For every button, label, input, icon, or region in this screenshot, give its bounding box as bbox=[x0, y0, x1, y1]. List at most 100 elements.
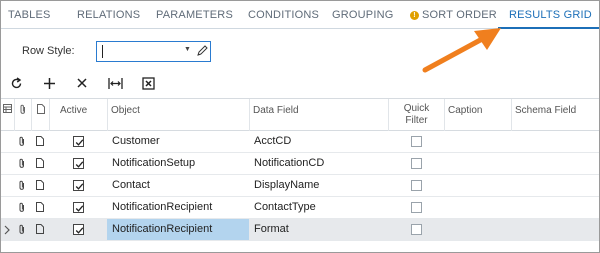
column-header-active[interactable]: Active bbox=[49, 99, 107, 131]
tab-relations[interactable]: RELATIONS bbox=[77, 1, 140, 29]
caption-cell[interactable] bbox=[444, 153, 511, 174]
column-header-data-field[interactable]: Data Field bbox=[249, 99, 388, 131]
data-field-cell[interactable]: NotificationCD bbox=[249, 153, 388, 174]
column-header-quick-filter[interactable]: Quick Filter bbox=[388, 99, 444, 131]
quick-filter-checkbox[interactable] bbox=[411, 202, 422, 213]
paperclip-icon[interactable] bbox=[18, 180, 26, 191]
fit-columns-button[interactable] bbox=[104, 72, 126, 94]
pencil-edit-icon[interactable] bbox=[196, 44, 208, 58]
note-icon[interactable] bbox=[36, 202, 44, 212]
table-row[interactable]: Contact DisplayName bbox=[1, 175, 599, 197]
schema-field-cell[interactable] bbox=[511, 219, 599, 240]
column-header-label: Schema Field bbox=[515, 105, 577, 116]
quick-filter-checkbox[interactable] bbox=[411, 180, 422, 191]
object-cell[interactable]: NotificationSetup bbox=[107, 153, 249, 174]
object-value: NotificationRecipient bbox=[112, 223, 213, 235]
object-value: Customer bbox=[112, 135, 160, 147]
tab-grouping[interactable]: GROUPING bbox=[332, 1, 394, 29]
quick-filter-checkbox[interactable] bbox=[411, 224, 422, 235]
row-style-field[interactable]: ▼ bbox=[96, 41, 211, 62]
data-field-value: DisplayName bbox=[254, 179, 320, 191]
tab-label: SORT ORDER bbox=[422, 9, 497, 21]
paperclip-icon[interactable] bbox=[18, 224, 26, 235]
active-checkbox[interactable] bbox=[73, 136, 84, 147]
table-row[interactable]: Customer AcctCD bbox=[1, 131, 599, 153]
note-icon[interactable] bbox=[36, 158, 44, 168]
schema-field-cell[interactable] bbox=[511, 131, 599, 152]
data-field-cell[interactable]: Format bbox=[249, 219, 388, 240]
data-field-cell[interactable]: DisplayName bbox=[249, 175, 388, 196]
warning-icon: ! bbox=[410, 11, 419, 20]
tab-label: PARAMETERS bbox=[156, 9, 233, 21]
active-checkbox[interactable] bbox=[73, 158, 84, 169]
object-cell[interactable]: NotificationRecipient bbox=[107, 219, 249, 240]
caption-cell[interactable] bbox=[444, 131, 511, 152]
grid-header: Active Object Data Field Quick Filter Ca… bbox=[1, 98, 599, 131]
add-row-button[interactable] bbox=[38, 72, 60, 94]
grid-toolbar bbox=[0, 72, 200, 96]
text-caret bbox=[102, 45, 103, 58]
column-header-schema-field[interactable]: Schema Field bbox=[511, 99, 599, 131]
data-field-cell[interactable]: ContactType bbox=[249, 197, 388, 218]
active-checkbox[interactable] bbox=[73, 202, 84, 213]
table-row[interactable]: NotificationRecipient Format bbox=[1, 219, 599, 241]
data-field-cell[interactable]: AcctCD bbox=[249, 131, 388, 152]
data-field-value: AcctCD bbox=[254, 135, 292, 147]
row-style-label: Row Style: bbox=[22, 45, 75, 57]
caption-cell[interactable] bbox=[444, 175, 511, 196]
fit-columns-icon bbox=[107, 77, 123, 89]
export-excel-button[interactable] bbox=[137, 72, 159, 94]
object-cell[interactable]: NotificationRecipient bbox=[107, 197, 249, 218]
paperclip-icon[interactable] bbox=[18, 136, 26, 147]
delete-row-button[interactable] bbox=[71, 72, 93, 94]
object-value: NotificationSetup bbox=[112, 157, 196, 169]
tab-label: TABLES bbox=[8, 9, 51, 21]
caption-cell[interactable] bbox=[444, 197, 511, 218]
note-icon[interactable] bbox=[36, 180, 44, 190]
table-row[interactable]: NotificationSetup NotificationCD bbox=[1, 153, 599, 175]
paperclip-icon[interactable] bbox=[18, 202, 26, 213]
tab-sort-order[interactable]: ! SORT ORDER bbox=[410, 1, 497, 29]
tab-label: RELATIONS bbox=[77, 9, 141, 21]
dropdown-arrow-icon[interactable]: ▼ bbox=[184, 46, 191, 53]
tab-label: RESULTS GRID bbox=[509, 9, 592, 21]
caption-cell[interactable] bbox=[444, 219, 511, 240]
active-tab-indicator bbox=[498, 27, 599, 29]
quick-filter-checkbox[interactable] bbox=[411, 158, 422, 169]
column-header-caption[interactable]: Caption bbox=[444, 99, 511, 131]
table-row[interactable]: NotificationRecipient ContactType bbox=[1, 197, 599, 219]
object-cell[interactable]: Customer bbox=[107, 131, 249, 152]
column-header-label: Active bbox=[60, 105, 88, 116]
column-header-label: Object bbox=[111, 105, 140, 116]
add-icon bbox=[43, 77, 55, 89]
note-icon[interactable] bbox=[36, 136, 44, 146]
column-header-object[interactable]: Object bbox=[107, 99, 249, 131]
delete-icon bbox=[77, 78, 87, 88]
tab-tables[interactable]: TABLES bbox=[8, 1, 51, 29]
note-icon bbox=[37, 104, 45, 114]
object-value: NotificationRecipient bbox=[112, 201, 213, 213]
tab-parameters[interactable]: PARAMETERS bbox=[156, 1, 233, 29]
note-icon[interactable] bbox=[36, 224, 44, 234]
quick-filter-checkbox[interactable] bbox=[411, 136, 422, 147]
data-field-value: Format bbox=[254, 223, 289, 235]
tab-conditions[interactable]: CONDITIONS bbox=[248, 1, 319, 29]
active-checkbox[interactable] bbox=[73, 180, 84, 191]
paperclip-icon[interactable] bbox=[18, 158, 26, 169]
schema-field-cell[interactable] bbox=[511, 197, 599, 218]
row-style-input[interactable] bbox=[99, 44, 181, 59]
tab-results-grid[interactable]: RESULTS GRID bbox=[509, 1, 592, 29]
tab-label: GROUPING bbox=[332, 9, 394, 21]
tab-label: CONDITIONS bbox=[248, 9, 320, 21]
object-cell[interactable]: Contact bbox=[107, 175, 249, 196]
current-row-arrow-icon bbox=[4, 225, 10, 235]
grid-settings-icon bbox=[3, 104, 12, 113]
header-note-cell bbox=[31, 99, 49, 131]
schema-field-cell[interactable] bbox=[511, 175, 599, 196]
active-checkbox[interactable] bbox=[73, 224, 84, 235]
header-settings-cell[interactable] bbox=[1, 99, 14, 131]
header-attachment-cell bbox=[14, 99, 31, 131]
refresh-button[interactable] bbox=[5, 72, 27, 94]
tab-bar: TABLES RELATIONS PARAMETERS CONDITIONS G… bbox=[1, 1, 599, 29]
schema-field-cell[interactable] bbox=[511, 153, 599, 174]
